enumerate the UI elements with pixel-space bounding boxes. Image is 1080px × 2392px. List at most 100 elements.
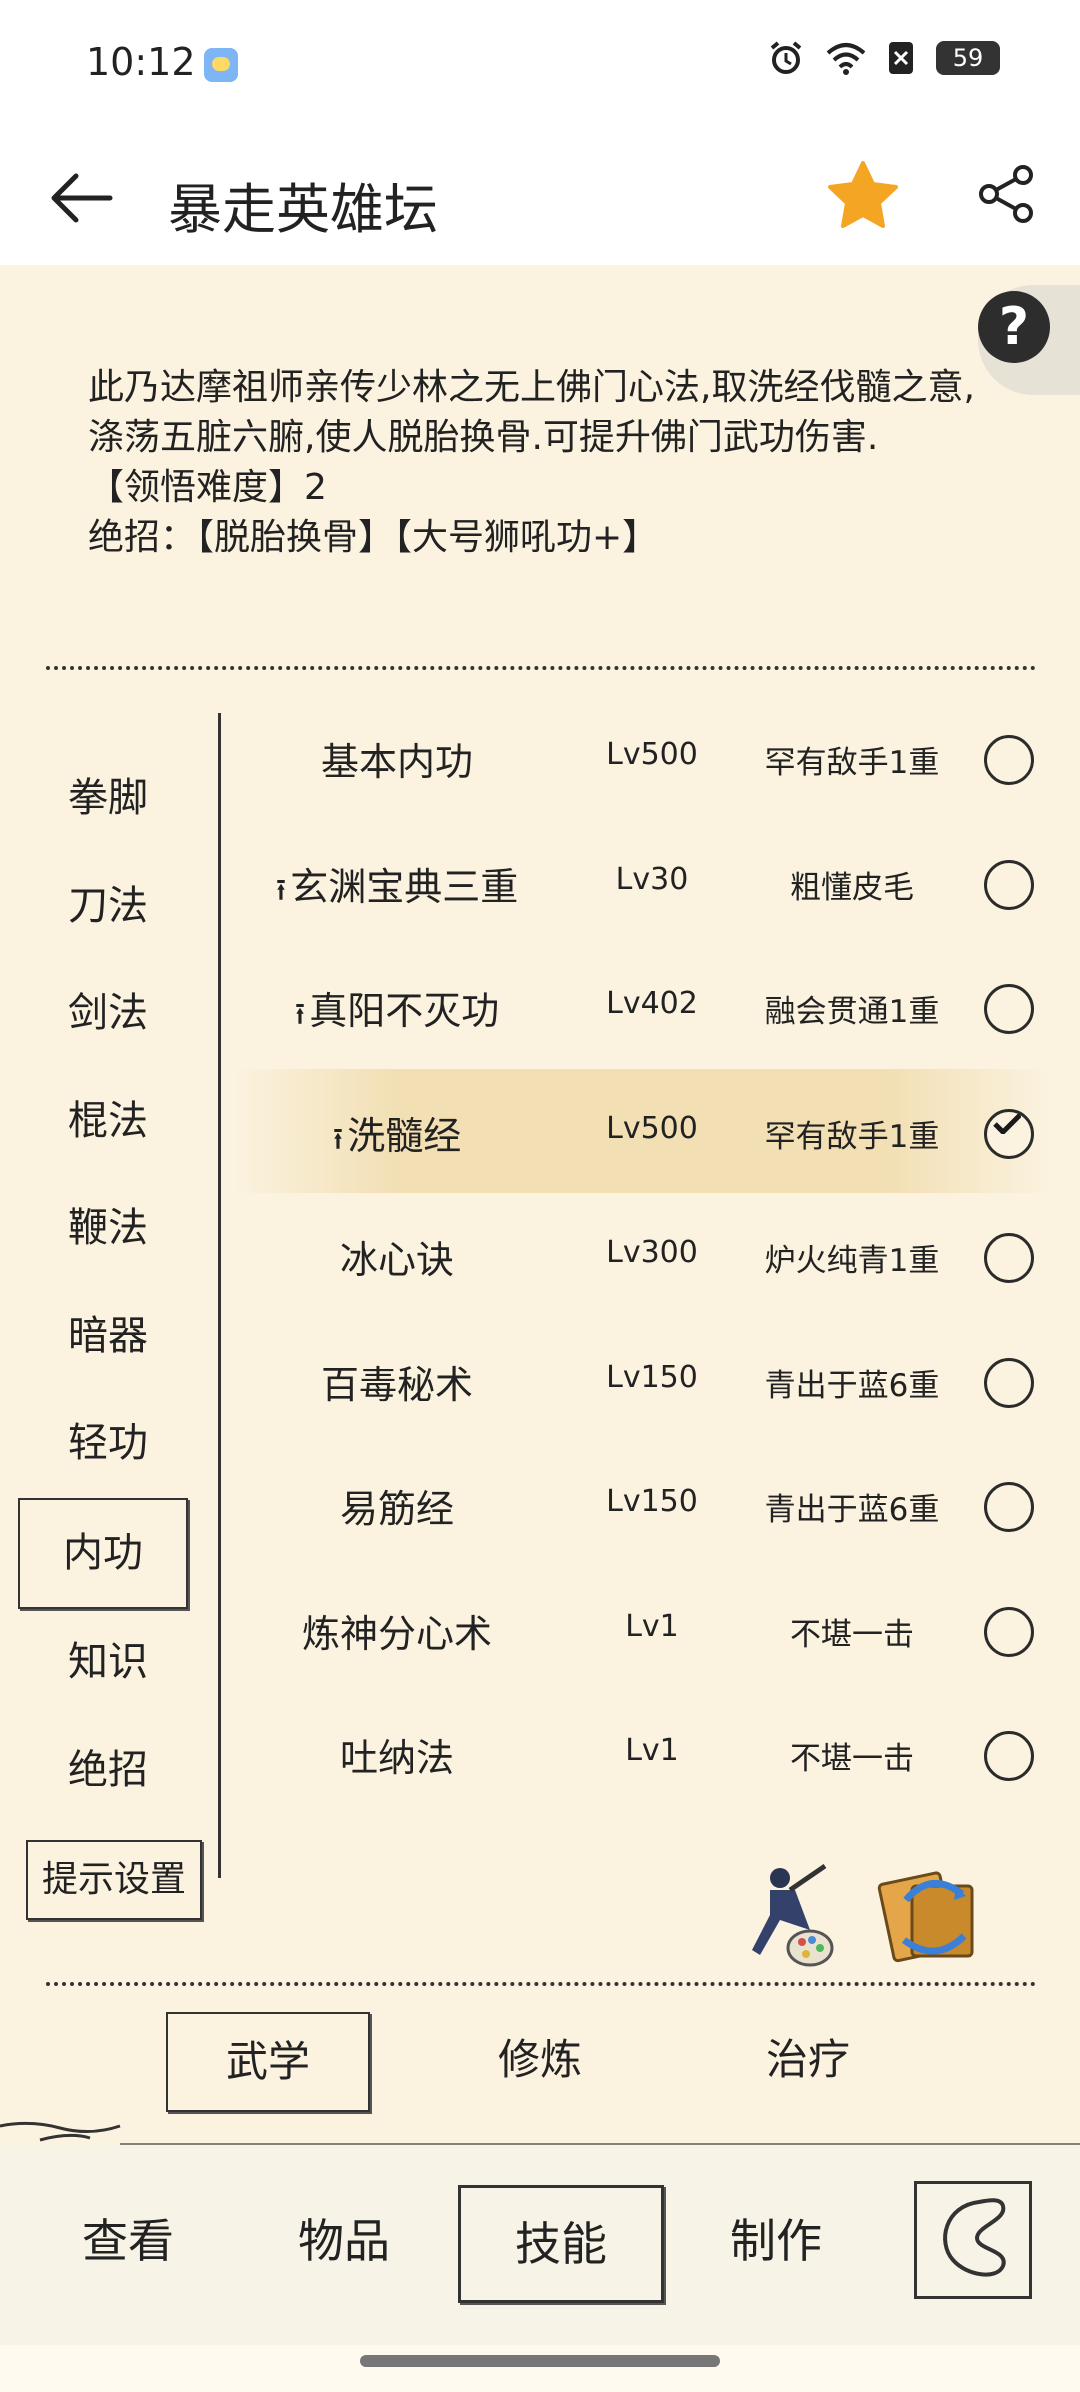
hint-settings-button[interactable]: 提示设置	[26, 1840, 202, 1920]
status-icons: 59	[768, 40, 1000, 76]
description-text: 此乃达摩祖师亲传少林之无上佛门心法,取洗经伐髓之意,涤荡五脏六腑,使人脱胎换骨.…	[88, 367, 975, 458]
wifi-icon	[826, 43, 866, 75]
category-juezhao[interactable]: 绝招	[18, 1717, 198, 1825]
status-bar: 10:12 59	[0, 0, 1080, 135]
status-time: 10:12	[86, 40, 196, 84]
sub-tabs: 武学 修炼 治疗	[0, 2000, 1080, 2120]
skill-level: Lv30	[615, 861, 689, 897]
tab-xiulian[interactable]: 修炼	[440, 2012, 640, 2108]
tab-jineng[interactable]: 技能	[458, 2185, 664, 2303]
skill-rank: 不堪一击	[790, 1616, 914, 1653]
help-question-icon: ?	[978, 291, 1050, 363]
skill-checkbox[interactable]	[984, 1233, 1034, 1283]
skill-level: Lv500	[606, 1110, 698, 1146]
tab-wuxue[interactable]: 武学	[166, 2012, 370, 2112]
skill-row[interactable]: ⭱ 真阳不灭功 Lv402 融会贯通1重	[232, 944, 1052, 1069]
skill-name: ⭱ 洗髓经	[232, 1105, 562, 1168]
skill-row[interactable]: 冰心诀 Lv300 炉火纯青1重	[232, 1193, 1052, 1318]
skill-name-text: 真阳不灭功	[309, 989, 500, 1033]
skill-checkbox[interactable]	[984, 735, 1034, 785]
difficulty-text: 【领悟难度】2	[88, 467, 327, 508]
skill-rank: 罕有敌手1重	[764, 1118, 940, 1155]
skill-row[interactable]: ⭱ 洗髓经 Lv500 罕有敌手1重	[232, 1068, 1052, 1193]
bottom-tab-bar: 查看 物品 技能 制作	[0, 2145, 1080, 2345]
martial-artist-palette-icon[interactable]	[740, 1860, 840, 1970]
category-sidebar: 拳脚 刀法 剑法 棍法 鞭法 暗器 轻功 内功 知识 绝招	[18, 745, 198, 1824]
skill-checkbox-checked[interactable]	[984, 1108, 1034, 1159]
upgrade-arrow-icon: ⭱	[294, 997, 306, 1032]
skill-level: Lv500	[606, 737, 698, 772]
weather-icon	[204, 48, 238, 82]
skill-name: 基本内功	[232, 731, 562, 786]
ultimate-text: 绝招：【脱胎换骨】【大号狮吼功+】	[88, 517, 659, 558]
skill-name: 易筋经	[232, 1478, 562, 1533]
skill-checkbox[interactable]	[984, 1357, 1034, 1408]
skill-name-text: 吐纳法	[339, 1736, 454, 1780]
skill-row[interactable]: 吐纳法 Lv1 不堪一击	[232, 1691, 1052, 1816]
sidebar-divider	[218, 713, 221, 1878]
divider-bottom	[46, 1982, 1036, 1986]
category-quanjiao[interactable]: 拳脚	[18, 745, 198, 853]
upgrade-arrow-icon: ⭱	[332, 1121, 344, 1157]
tab-zhiliao[interactable]: 治疗	[708, 2012, 908, 2108]
skill-rank: 青出于蓝6重	[764, 1367, 940, 1404]
skill-book-swap-icon[interactable]	[876, 1860, 986, 1970]
skill-name-text: 百毒秘术	[320, 1362, 473, 1407]
skill-name: 吐纳法	[232, 1727, 562, 1782]
help-button[interactable]: ?	[978, 285, 1080, 395]
category-anqi[interactable]: 暗器	[18, 1283, 198, 1391]
share-icon[interactable]	[975, 163, 1037, 225]
pouch-button[interactable]	[914, 2181, 1032, 2299]
skill-list: 基本内功 Lv500 罕有敌手1重 ⭱ 玄渊宝典三重 Lv30 粗懂皮毛 ⭱ 真阳不灭功 Lv40…	[232, 695, 1052, 1816]
skill-row[interactable]: ⭱ 玄渊宝典三重 Lv30 粗懂皮毛	[232, 820, 1052, 945]
sim-blocked-icon	[889, 42, 913, 74]
tab-wupin[interactable]: 物品	[244, 2185, 444, 2297]
pouch-icon	[943, 2198, 1006, 2277]
skill-row[interactable]: 炼神分心术 Lv1 不堪一击	[232, 1567, 1052, 1692]
skill-level: Lv150	[606, 1484, 698, 1519]
category-qinggong[interactable]: 轻功	[18, 1390, 198, 1498]
skill-row[interactable]: 基本内功 Lv500 罕有敌手1重	[232, 695, 1052, 820]
gesture-bar	[360, 2355, 720, 2367]
alarm-icon	[770, 41, 802, 74]
skill-checkbox[interactable]	[984, 859, 1034, 910]
skill-name-text: 炼神分心术	[301, 1611, 492, 1656]
skill-checkbox[interactable]	[984, 1606, 1034, 1657]
skill-rank: 炉火纯青1重	[764, 1243, 940, 1279]
divider-top	[46, 666, 1036, 670]
skill-name: 百毒秘术	[232, 1354, 562, 1409]
upgrade-arrow-icon: ⭱	[275, 872, 287, 908]
skill-name-text: 基本内功	[320, 740, 473, 784]
ink-wave-divider	[0, 2121, 1080, 2145]
skill-name: ⭱ 玄渊宝典三重	[232, 856, 562, 919]
category-zhishi[interactable]: 知识	[18, 1609, 198, 1717]
skill-name-text: 玄渊宝典三重	[290, 864, 519, 909]
skill-level: Lv1	[625, 1608, 679, 1644]
app-header: 暴走英雄坛	[0, 135, 1080, 265]
category-jianfa[interactable]: 剑法	[18, 960, 198, 1068]
skill-name-text: 易筋经	[339, 1487, 454, 1531]
skill-rank: 不堪一击	[790, 1741, 914, 1777]
skill-row[interactable]: 百毒秘术 Lv150 青出于蓝6重	[232, 1318, 1052, 1443]
check-icon	[993, 1113, 1021, 1134]
favorite-star-icon[interactable]	[826, 159, 900, 233]
skill-level: Lv300	[606, 1235, 698, 1270]
skill-name: 冰心诀	[232, 1229, 562, 1284]
skill-description: 此乃达摩祖师亲传少林之无上佛门心法,取洗经伐髓之意,涤荡五脏六腑,使人脱胎换骨.…	[88, 363, 988, 563]
skill-level: Lv402	[606, 986, 698, 1021]
skill-level: Lv150	[606, 1359, 698, 1395]
tab-chakan[interactable]: 查看	[28, 2185, 228, 2297]
skill-row[interactable]: 易筋经 Lv150 青出于蓝6重	[232, 1442, 1052, 1567]
skill-rank: 粗懂皮毛	[790, 869, 914, 906]
skill-checkbox[interactable]	[984, 1482, 1034, 1532]
tab-zhizuo[interactable]: 制作	[676, 2185, 876, 2297]
back-arrow-icon[interactable]	[46, 163, 116, 233]
page-title: 暴走英雄坛	[168, 178, 438, 241]
category-daofa[interactable]: 刀法	[18, 853, 198, 961]
skill-rank: 罕有敌手1重	[764, 745, 940, 781]
skill-checkbox[interactable]	[984, 1731, 1034, 1781]
category-gunfa[interactable]: 棍法	[18, 1068, 198, 1176]
category-bianfa[interactable]: 鞭法	[18, 1175, 198, 1283]
category-neigong[interactable]: 内功	[18, 1497, 188, 1609]
skill-checkbox[interactable]	[984, 984, 1034, 1034]
